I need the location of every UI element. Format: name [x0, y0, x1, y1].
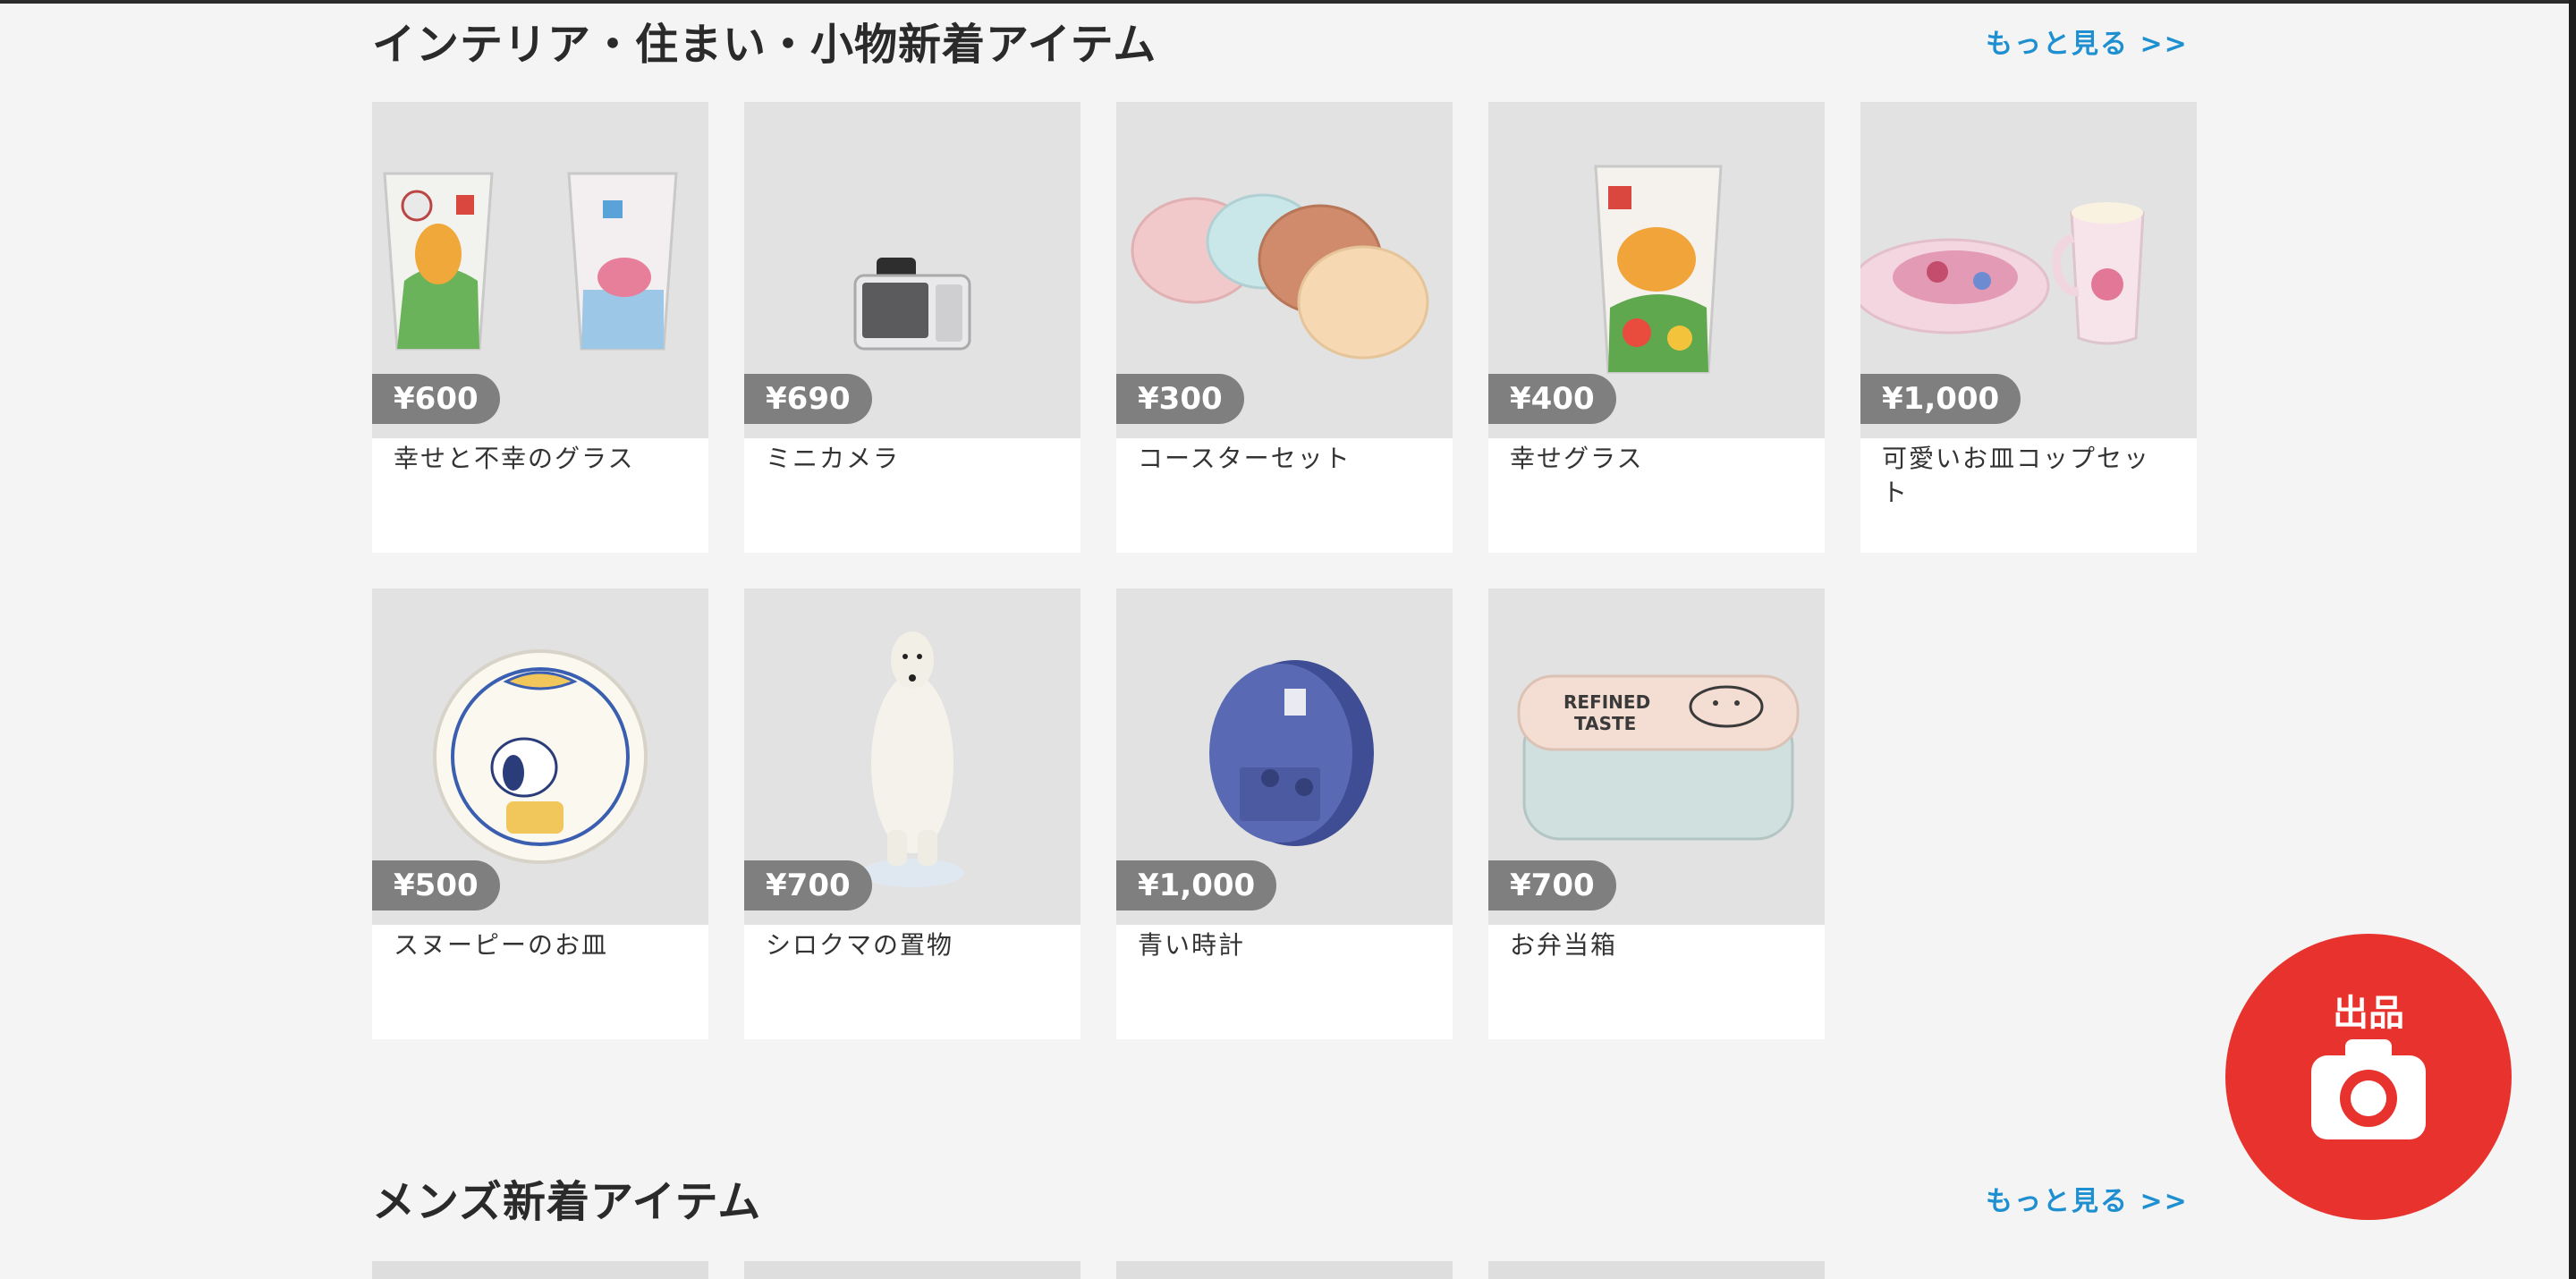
item-image: ¥400	[1488, 102, 1825, 438]
item-card[interactable]: ¥700 シロクマの置物	[744, 589, 1080, 1039]
item-name: 幸せグラス	[1510, 444, 1644, 473]
item-image: ¥500	[372, 589, 708, 925]
sell-button[interactable]: 出品	[2225, 934, 2512, 1220]
item-name: スヌーピーのお皿	[394, 930, 609, 960]
item-card-partial[interactable]	[372, 1261, 708, 1279]
price-badge: ¥600	[372, 374, 500, 424]
item-image: ¥690	[744, 102, 1080, 438]
price-badge: ¥690	[744, 374, 872, 424]
item-card[interactable]: ¥500 スヌーピーのお皿	[372, 589, 708, 1039]
item-image: REFINED TASTE ¥700	[1488, 589, 1825, 925]
item-card[interactable]: ¥600 幸せと不幸のグラス	[372, 102, 708, 553]
price-badge: ¥500	[372, 860, 500, 911]
sell-button-label: 出品	[2333, 993, 2404, 1034]
item-name: シロクマの置物	[766, 930, 954, 960]
price-badge: ¥300	[1116, 374, 1244, 424]
item-image: ¥1,000	[1860, 102, 2197, 438]
item-card[interactable]: ¥690 ミニカメラ	[744, 102, 1080, 553]
window-top-border	[0, 0, 2576, 4]
item-image: ¥1,000	[1116, 589, 1453, 925]
bento-text-line2: TASTE	[1574, 713, 1636, 734]
bento-text-line1: REFINED	[1563, 691, 1650, 713]
section-title-interior: インテリア・住まい・小物新着アイテム	[372, 20, 1157, 70]
more-link-mens[interactable]: もっと見る >>	[1986, 1179, 2189, 1218]
item-image: ¥700	[744, 589, 1080, 925]
item-image: ¥300	[1116, 102, 1453, 438]
item-card[interactable]: REFINED TASTE ¥700 お弁当箱	[1488, 589, 1825, 1039]
item-name: 幸せと不幸のグラス	[394, 444, 635, 473]
window-right-edge	[2569, 0, 2576, 1279]
item-name: 青い時計	[1138, 930, 1246, 960]
price-badge: ¥1,000	[1116, 860, 1277, 911]
item-image: ¥600	[372, 102, 708, 438]
section-title-mens: メンズ新着アイテム	[372, 1177, 762, 1227]
item-card-partial[interactable]	[1116, 1261, 1453, 1279]
item-name: お弁当箱	[1510, 930, 1618, 960]
item-name: 可愛いお皿コップセット	[1882, 444, 2151, 507]
item-card-partial[interactable]	[1488, 1261, 1825, 1279]
price-badge: ¥700	[1488, 860, 1616, 911]
item-name: ミニカメラ	[766, 444, 901, 473]
item-card-partial[interactable]	[744, 1261, 1080, 1279]
item-card[interactable]: ¥1,000 可愛いお皿コップセット	[1860, 102, 2197, 553]
item-name: コースターセット	[1138, 444, 1352, 473]
camera-icon	[2311, 1039, 2426, 1139]
price-badge: ¥400	[1488, 374, 1616, 424]
more-link-interior[interactable]: もっと見る >>	[1986, 21, 2189, 61]
price-badge: ¥1,000	[1860, 374, 2021, 424]
item-card[interactable]: ¥1,000 青い時計	[1116, 589, 1453, 1039]
item-card[interactable]: ¥400 幸せグラス	[1488, 102, 1825, 553]
item-card[interactable]: ¥300 コースターセット	[1116, 102, 1453, 553]
price-badge: ¥700	[744, 860, 872, 911]
